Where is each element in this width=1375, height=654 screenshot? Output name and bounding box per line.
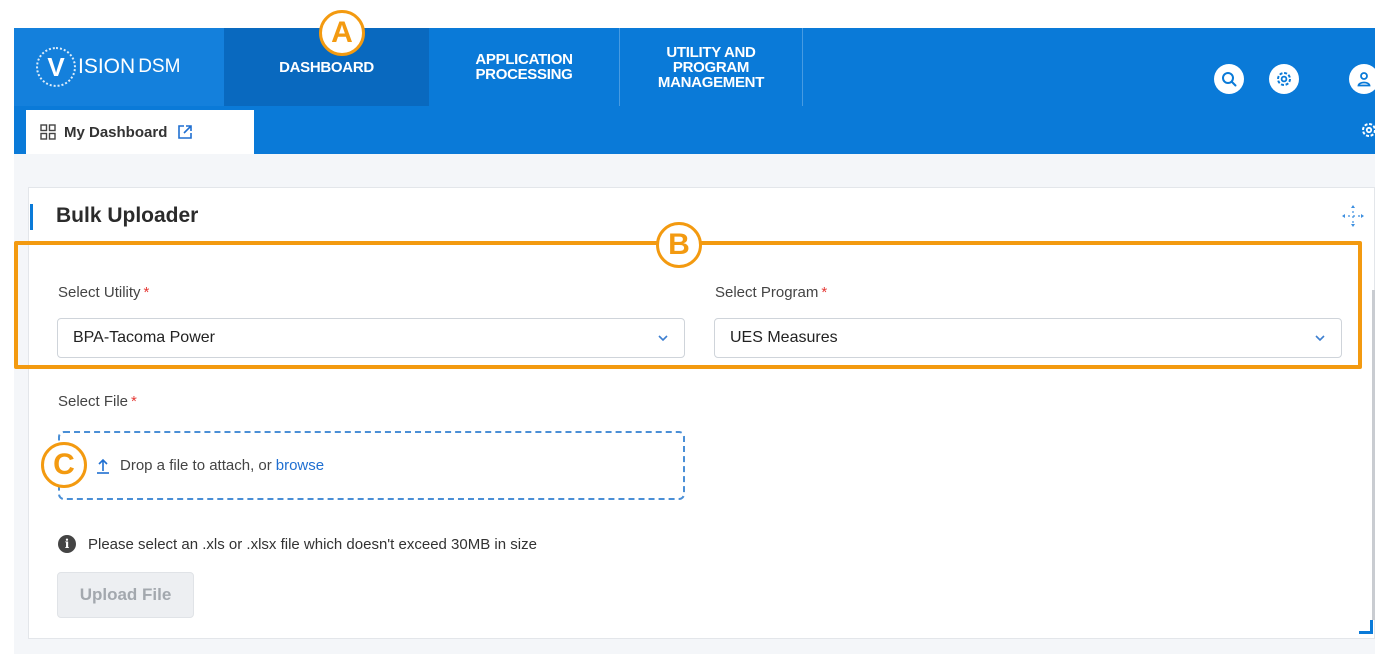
select-file-label-text: Select File	[58, 393, 129, 410]
upload-file-button[interactable]: Upload File	[57, 572, 194, 618]
file-hint: i Please select an .xls or .xlsx file wh…	[58, 535, 537, 553]
card-title: Bulk Uploader	[56, 204, 199, 227]
dropzone-text: Drop a file to attach, or	[120, 457, 272, 474]
resize-handle[interactable]	[1359, 620, 1373, 634]
my-dashboard-tab[interactable]: My Dashboard	[26, 110, 254, 154]
sub-navigation-bar: My Dashboard	[14, 106, 1375, 154]
nav-divider	[802, 28, 803, 106]
browse-link[interactable]: browse	[276, 457, 324, 474]
tab-application-processing-label: APPLICATION PROCESSING	[475, 51, 573, 83]
annotation-marker-a: A	[319, 10, 365, 56]
settings-gear-icon[interactable]	[1357, 120, 1375, 140]
annotation-marker-c: C	[41, 442, 87, 488]
title-accent-bar	[30, 204, 33, 230]
file-hint-text: Please select an .xls or .xlsx file whic…	[88, 535, 537, 553]
vision-dsm-logo[interactable]: V ISION DSM	[14, 28, 224, 106]
gear-icon[interactable]	[1269, 64, 1299, 94]
logo-dsm: DSM	[138, 56, 181, 77]
logo-wordmark: ISION	[78, 55, 136, 78]
tab-application-processing[interactable]: APPLICATION PROCESSING	[429, 28, 619, 106]
logo-badge: V	[36, 47, 76, 87]
tab-dashboard-label: DASHBOARD	[279, 58, 374, 76]
file-dropzone[interactable]: Drop a file to attach, or browse	[58, 431, 685, 500]
info-icon: i	[58, 535, 76, 553]
upload-icon	[97, 458, 109, 474]
search-icon[interactable]	[1214, 64, 1244, 94]
user-icon[interactable]	[1349, 64, 1375, 94]
required-asterisk: *	[131, 393, 137, 410]
annotation-marker-b: B	[656, 222, 702, 268]
tab-utility-program-management-label: UTILITY AND PROGRAM MANAGEMENT	[657, 43, 765, 91]
external-link-icon[interactable]	[177, 124, 193, 140]
move-icon[interactable]	[1341, 204, 1365, 228]
my-dashboard-label: My Dashboard	[64, 123, 168, 141]
top-navigation-bar: V ISION DSM DASHBOARD APPLICATION PROCES…	[14, 28, 1375, 106]
grid-icon	[40, 124, 56, 140]
select-file-label: Select File *	[58, 393, 137, 410]
tab-utility-program-management[interactable]: UTILITY AND PROGRAM MANAGEMENT	[620, 28, 802, 106]
